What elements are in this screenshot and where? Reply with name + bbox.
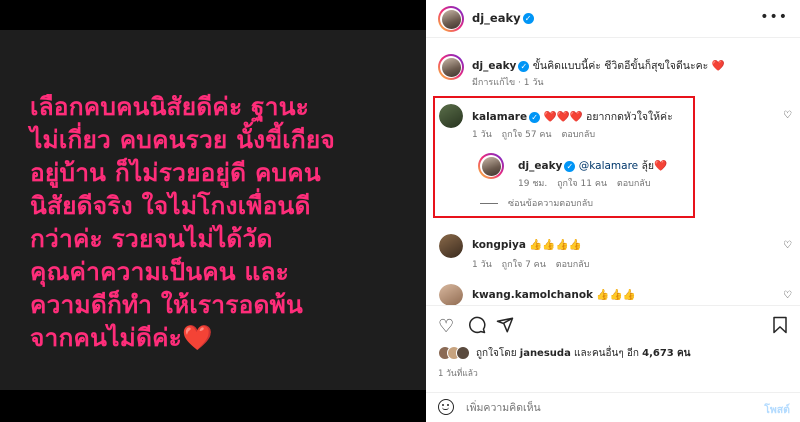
reply-meta: 19 ชม. ถูกใจ 11 คน ตอบกลับ [518, 176, 658, 190]
comment-time: 1 วัน [472, 260, 492, 270]
hide-replies-label: ซ่อนข้อความตอบกลับ [508, 199, 593, 209]
post-media[interactable]: เลือกคบคนนิสัยดีค่ะ ฐานะ ไม่เกี่ยว คบคนร… [0, 0, 426, 422]
instagram-post-view: เลือกคบคนนิสัยดีค่ะ ฐานะ ไม่เกี่ยว คบคนร… [0, 0, 800, 422]
like-button[interactable]: ♡ [438, 316, 454, 337]
comment-icon[interactable] [468, 316, 486, 339]
comment-text: อยากกดหัวใจให้ค่ะ [586, 111, 673, 123]
save-icon[interactable] [772, 316, 788, 339]
likes-text[interactable]: ถูกใจโดย janesuda และคนอื่นๆ อีก 4,673 ค… [476, 346, 690, 361]
comment-row: kwang.kamolchanok 👍👍👍 [472, 288, 636, 301]
reply-time: 19 ชม. [518, 179, 548, 189]
reply-likes[interactable]: ถูกใจ 11 คน [557, 179, 607, 189]
reply-mention[interactable]: @kalamare [579, 160, 638, 172]
comment-avatar[interactable] [439, 284, 463, 306]
verified-icon: ✓ [522, 13, 534, 24]
reply-button[interactable]: ตอบกลับ [561, 130, 595, 140]
post-time[interactable]: 1 วันที่แล้ว [438, 366, 478, 380]
heart-icon[interactable]: ♡ [783, 110, 792, 121]
caption-username[interactable]: dj_eaky [472, 60, 516, 72]
comment-text: 👍👍👍 [596, 289, 636, 301]
caption-meta: มีการแก้ไข · 1 วัน [472, 78, 544, 88]
post-details-panel: dj_eaky ✓ ••• dj_eaky ✓ ขั้นคิดแบบนี้ค่ะ ช… [426, 0, 800, 422]
caption: dj_eaky ✓ ขั้นคิดแบบนี้ค่ะ ชีวิตอีขั้นก็ส… [472, 57, 725, 74]
likes-user[interactable]: janesuda [520, 348, 571, 359]
likes-suffix: และคนอื่นๆ อีก [574, 348, 639, 359]
comment-likes[interactable]: ถูกใจ 57 คน [502, 130, 552, 140]
comment-username[interactable]: kongpiya [472, 239, 526, 251]
hide-replies-button[interactable]: ซ่อนข้อความตอบกลับ [480, 196, 600, 210]
caption-avatar[interactable] [438, 54, 464, 80]
comment-meta: 1 วัน ถูกใจ 57 คน ตอบกลับ [472, 127, 602, 141]
post-button[interactable]: โพสต์ [764, 401, 790, 418]
comment-input[interactable] [466, 399, 726, 417]
likes-unit: คน [676, 348, 691, 359]
heart-icon[interactable]: ♡ [783, 290, 792, 301]
share-icon[interactable] [496, 316, 514, 339]
comment-row: kongpiya 👍👍👍👍 [472, 238, 582, 251]
reply-text: ลุ้ย [641, 160, 655, 172]
caption-text: ขั้นคิดแบบนี้ค่ะ ชีวิตอีขั้นก็สุขใจดีนะค… [532, 60, 709, 72]
author-username[interactable]: dj_eaky ✓ [472, 11, 534, 25]
caption-heart-emoji: ❤️ [711, 60, 725, 72]
reply-avatar[interactable] [478, 153, 504, 179]
verified-icon: ✓ [518, 60, 530, 72]
comment-bar: โพสต์ [426, 392, 800, 422]
comment-avatar[interactable] [439, 234, 463, 258]
author-avatar[interactable] [438, 6, 464, 32]
media-image-text: เลือกคบคนนิสัยดีค่ะ ฐานะ ไม่เกี่ยว คบคนร… [30, 92, 335, 352]
reply-row: dj_eaky ✓ @kalamare ลุ้ย❤️ [518, 157, 667, 174]
likes-count: 4,673 [642, 348, 674, 359]
comment-username[interactable]: kwang.kamolchanok [472, 289, 593, 301]
verified-icon: ✓ [529, 111, 541, 123]
comment-row: kalamare ✓ ❤️❤️❤️ อยากกดหัวใจให้ค่ะ [472, 108, 673, 125]
media-image: เลือกคบคนนิสัยดีค่ะ ฐานะ ไม่เกี่ยว คบคนร… [0, 30, 426, 390]
heart-icon[interactable]: ♡ [783, 240, 792, 251]
comment-username[interactable]: kalamare [472, 111, 527, 123]
reply-button[interactable]: ตอบกลับ [556, 260, 590, 270]
comment-text: 👍👍👍👍 [529, 239, 582, 251]
emoji-icon[interactable] [438, 399, 454, 415]
verified-icon: ✓ [564, 160, 576, 172]
reply-username[interactable]: dj_eaky [518, 160, 562, 172]
comment-time: 1 วัน [472, 130, 492, 140]
comment-hearts: ❤️❤️❤️ [543, 111, 583, 123]
comment-meta: 1 วัน ถูกใจ 7 คน ตอบกลับ [472, 257, 596, 271]
liker-avatar [456, 346, 470, 360]
post-header: dj_eaky ✓ ••• [426, 0, 800, 38]
more-icon[interactable]: ••• [760, 9, 788, 25]
divider [426, 305, 800, 306]
reply-heart-emoji: ❤️ [654, 160, 668, 172]
comment-likes[interactable]: ถูกใจ 7 คน [502, 260, 546, 270]
comment-avatar[interactable] [439, 104, 463, 128]
likes-prefix: ถูกใจโดย [476, 348, 517, 359]
reply-button[interactable]: ตอบกลับ [617, 179, 651, 189]
